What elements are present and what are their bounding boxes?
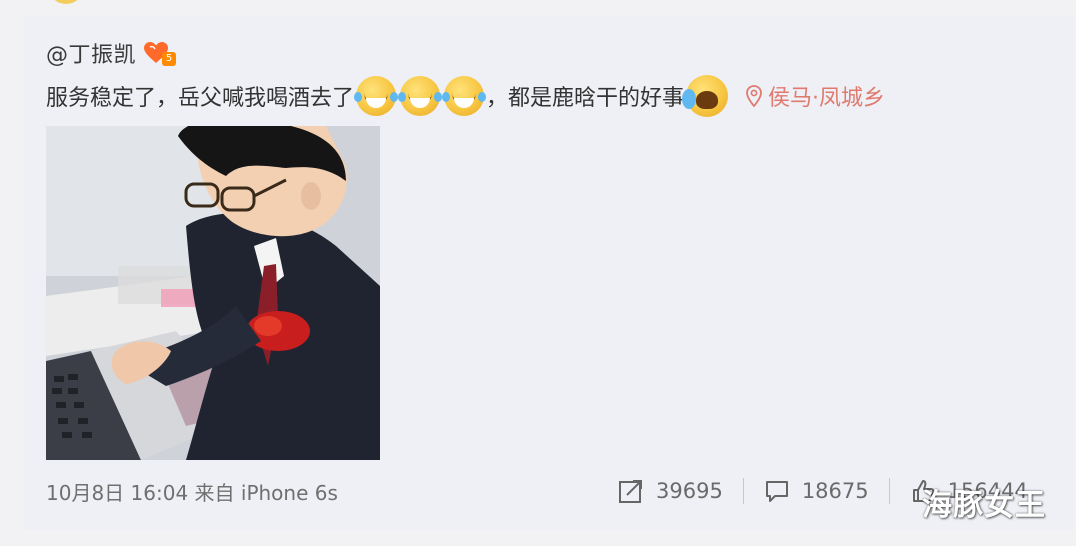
- post-photo[interactable]: [46, 126, 380, 460]
- laugh-cry-emoji-icon: [398, 76, 443, 116]
- weibo-post-card: @丁振凯 5 服务稳定了，岳父喊我喝酒去了 ，都是鹿晗干的好事 侯马·凤城乡 1…: [24, 16, 1074, 530]
- user-badge-icon[interactable]: 5: [144, 40, 177, 66]
- post-footer: 10月8日 16:04 来自 iPhone 6s 39695 18675 156…: [46, 476, 1074, 506]
- post-text: 服务稳定了，岳父喊我喝酒去了 ，都是鹿晗干的好事 侯马·凤城乡: [46, 75, 885, 117]
- watermark: 海豚女王: [922, 488, 1046, 523]
- post-text-part2: ，都是鹿晗干的好事: [486, 86, 685, 111]
- post-header: @丁振凯 5: [46, 37, 177, 69]
- username-link[interactable]: @丁振凯: [46, 37, 136, 69]
- laugh-cry-emoji-icon: [442, 76, 487, 116]
- emoji-fragment: [48, 0, 84, 4]
- laugh-cry-emoji-icon: [354, 76, 399, 116]
- repost-icon: [619, 480, 642, 503]
- level-badge: 5: [162, 52, 177, 66]
- location-pin-icon: [746, 85, 762, 107]
- location-link[interactable]: 侯马·凤城乡: [746, 80, 885, 112]
- comment-count: 18675: [801, 479, 869, 503]
- repost-count: 39695: [656, 479, 723, 503]
- crying-emoji-icon: [682, 75, 729, 117]
- comment-button[interactable]: 18675: [764, 478, 869, 504]
- post-card-inner: @丁振凯 5 服务稳定了，岳父喊我喝酒去了 ，都是鹿晗干的好事 侯马·凤城乡 1…: [24, 16, 1074, 530]
- location-label: 侯马·凤城乡: [768, 86, 886, 111]
- post-text-part1: 服务稳定了，岳父喊我喝酒去了: [46, 86, 355, 111]
- post-meta: 10月8日 16:04 来自 iPhone 6s: [46, 480, 338, 505]
- divider: [742, 478, 744, 504]
- man-in-suit-photo: [46, 126, 380, 460]
- comment-icon: [765, 481, 788, 502]
- divider: [888, 478, 890, 504]
- repost-button[interactable]: 39695: [618, 478, 723, 504]
